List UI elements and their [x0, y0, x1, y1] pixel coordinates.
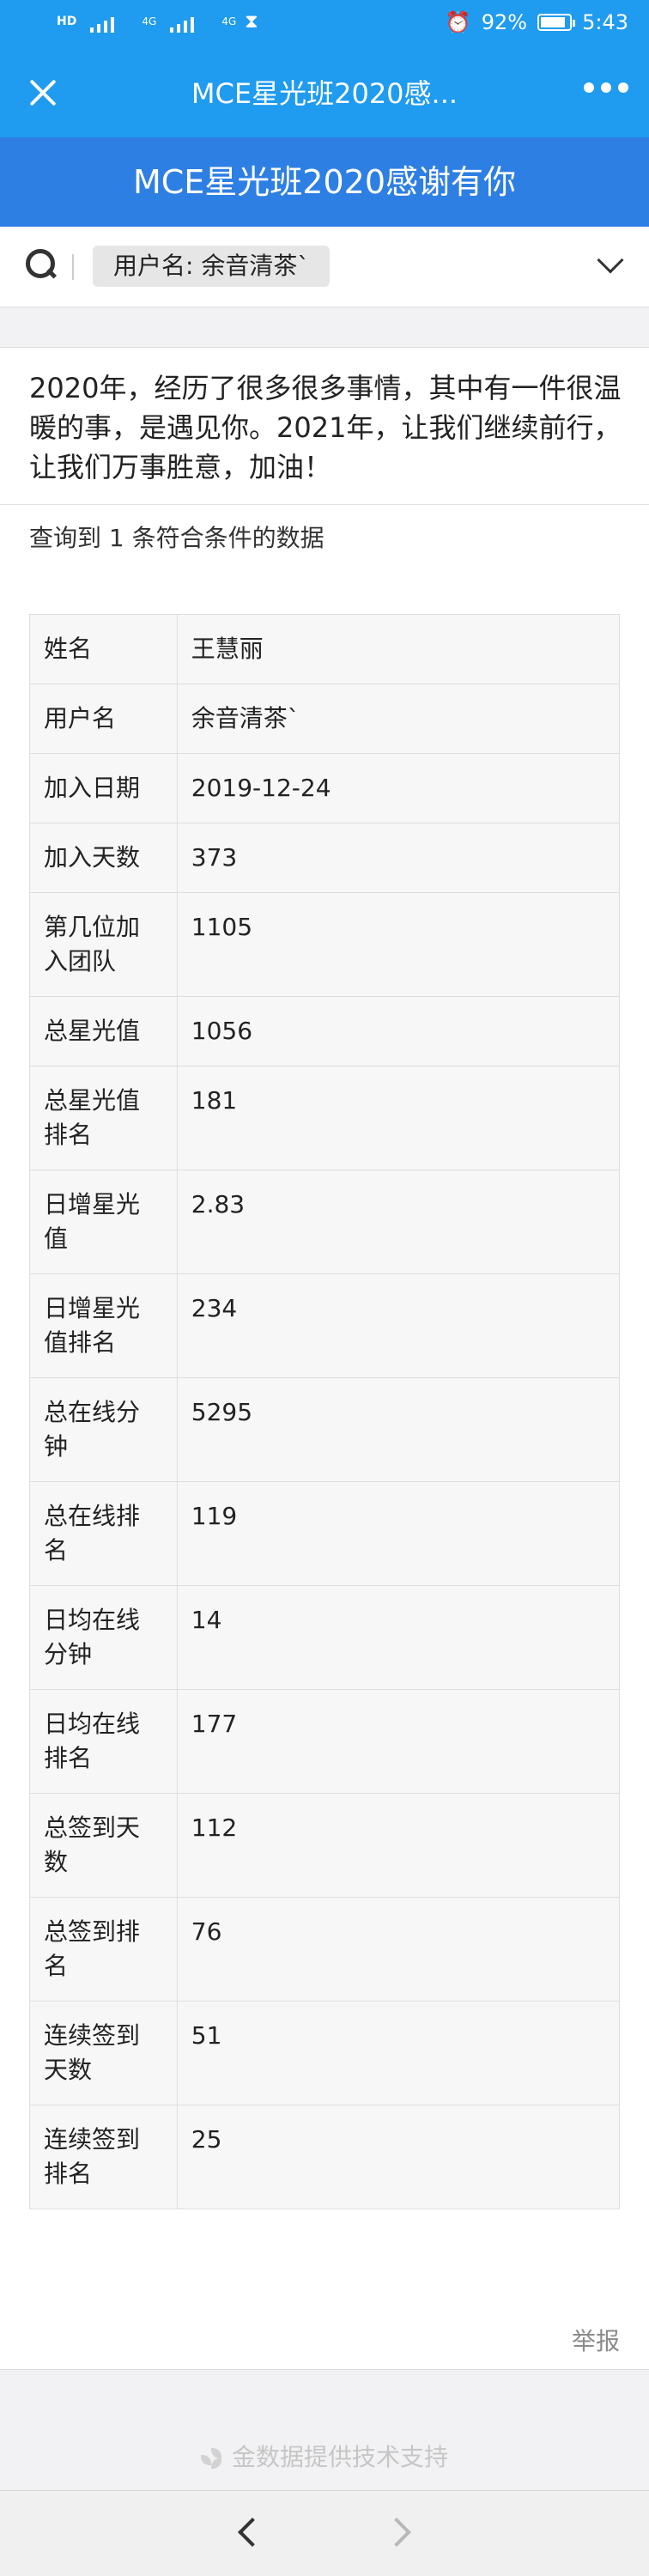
table-row: 日均在线排名 177 [29, 1689, 621, 1794]
row-value: 181 [176, 1066, 621, 1170]
table-row: 总星光值 1056 [29, 996, 621, 1066]
row-value: 373 [176, 823, 621, 893]
network-label: HD [57, 15, 77, 28]
search-filter-tag[interactable]: 用户名: 余音清茶` [93, 246, 331, 287]
status-right: ⏰ 92% 5:43 [446, 10, 628, 34]
row-value: 5295 [176, 1377, 621, 1482]
footer: 金数据提供技术支持 [0, 2439, 649, 2473]
table-row: 总签到天数 112 [29, 1793, 621, 1898]
row-label: 总星光值排名 [29, 1066, 178, 1170]
table-row: 加入日期 2019-12-24 [29, 753, 621, 823]
row-label: 加入日期 [29, 753, 178, 823]
signal-label-2: 4G [221, 15, 237, 27]
search-bar[interactable]: 用户名: 余音清茶` [0, 227, 649, 307]
row-label: 日均在线排名 [29, 1689, 178, 1794]
row-label: 总星光值 [29, 996, 178, 1066]
row-label: 姓名 [29, 614, 178, 684]
forward-arrow-icon[interactable] [382, 2518, 411, 2547]
row-value: 112 [176, 1793, 621, 1898]
hourglass-icon: ⧗ [245, 10, 258, 33]
signal-label-1: 4G [142, 15, 157, 27]
row-value: 177 [176, 1689, 621, 1794]
report-link[interactable]: 举报 [572, 2323, 620, 2357]
row-label: 加入天数 [29, 823, 178, 893]
row-label: 连续签到天数 [29, 2001, 178, 2105]
table-row: 总在线分钟 5295 [29, 1377, 621, 1482]
row-value: 1105 [176, 892, 621, 997]
row-value: 234 [176, 1273, 621, 1378]
status-bar: HD 4G 4G ⧗ ⏰ 92% 5:43 [0, 0, 649, 50]
row-value: 2.83 [176, 1170, 621, 1274]
row-label: 总在线排名 [29, 1481, 178, 1586]
row-value: 14 [176, 1585, 621, 1690]
result-card: 2020年，经历了很多很多事情，其中有一件很温暖的事，是遇见你。2021年，让我… [0, 347, 649, 2370]
table-row: 日增星光值 2.83 [29, 1170, 621, 1274]
table-row: 连续签到天数 51 [29, 2001, 621, 2105]
table-row: 日增星光值排名 234 [29, 1273, 621, 1378]
page-title: MCE星光班2020感谢有你 [0, 137, 649, 227]
close-icon[interactable] [19, 69, 67, 117]
footer-text: 金数据提供技术支持 [231, 2443, 448, 2471]
signal-icon [85, 9, 133, 34]
result-count: 查询到 1 条符合条件的数据 [29, 524, 324, 552]
row-value: 119 [176, 1481, 621, 1586]
table-row: 加入天数 373 [29, 823, 621, 893]
leaf-icon [200, 2446, 223, 2469]
bottom-nav-bar [0, 2490, 649, 2576]
row-value: 76 [176, 1897, 621, 2002]
table-row: 总签到排名 76 [29, 1897, 621, 2002]
status-left: HD 4G 4G ⧗ [57, 9, 258, 34]
table-row: 第几位加入团队 1105 [29, 892, 621, 997]
search-divider [72, 254, 74, 280]
row-value: 2019-12-24 [176, 753, 621, 823]
signal-icon [165, 9, 213, 34]
row-label: 总在线分钟 [29, 1377, 178, 1482]
row-label: 连续签到排名 [29, 2105, 178, 2209]
row-value: 51 [176, 2001, 621, 2105]
table-row: 总在线排名 119 [29, 1481, 621, 1586]
back-arrow-icon[interactable] [238, 2518, 267, 2547]
row-label: 日增星光值排名 [29, 1273, 178, 1378]
nav-title: MCE星光班2020感... [191, 77, 458, 110]
nav-bar: MCE星光班2020感... [0, 50, 649, 137]
table-row: 连续签到排名 25 [29, 2105, 621, 2209]
row-label: 总签到天数 [29, 1793, 178, 1898]
divider [0, 504, 649, 505]
battery-icon [537, 14, 576, 31]
table-row: 总星光值排名 181 [29, 1066, 621, 1170]
table-row: 日均在线分钟 14 [29, 1585, 621, 1690]
more-icon[interactable] [584, 82, 628, 93]
table-row: 姓名 王慧丽 [29, 614, 621, 684]
row-value: 1056 [176, 996, 621, 1066]
clock: 5:43 [582, 10, 628, 34]
battery-percent: 92% [481, 10, 528, 34]
row-value: 25 [176, 2105, 621, 2209]
row-label: 日增星光值 [29, 1170, 178, 1274]
row-label: 第几位加入团队 [29, 892, 178, 997]
alarm-icon: ⏰ [445, 10, 471, 34]
result-table: 姓名 王慧丽 用户名 余音清茶` 加入日期 2019-12-24 加入天数 373 第几位加入团… [29, 614, 621, 2209]
row-label: 日均在线分钟 [29, 1585, 178, 1690]
row-value: 余音清茶` [176, 683, 621, 754]
intro-text: 2020年，经历了很多很多事情，其中有一件很温暖的事，是遇见你。2021年，让我… [29, 372, 622, 483]
search-icon[interactable] [26, 249, 58, 282]
row-label: 用户名 [29, 683, 178, 754]
chevron-down-icon[interactable] [597, 246, 624, 274]
row-label: 总签到排名 [29, 1897, 178, 2002]
table-row: 用户名 余音清茶` [29, 683, 621, 754]
row-value: 王慧丽 [176, 614, 621, 684]
